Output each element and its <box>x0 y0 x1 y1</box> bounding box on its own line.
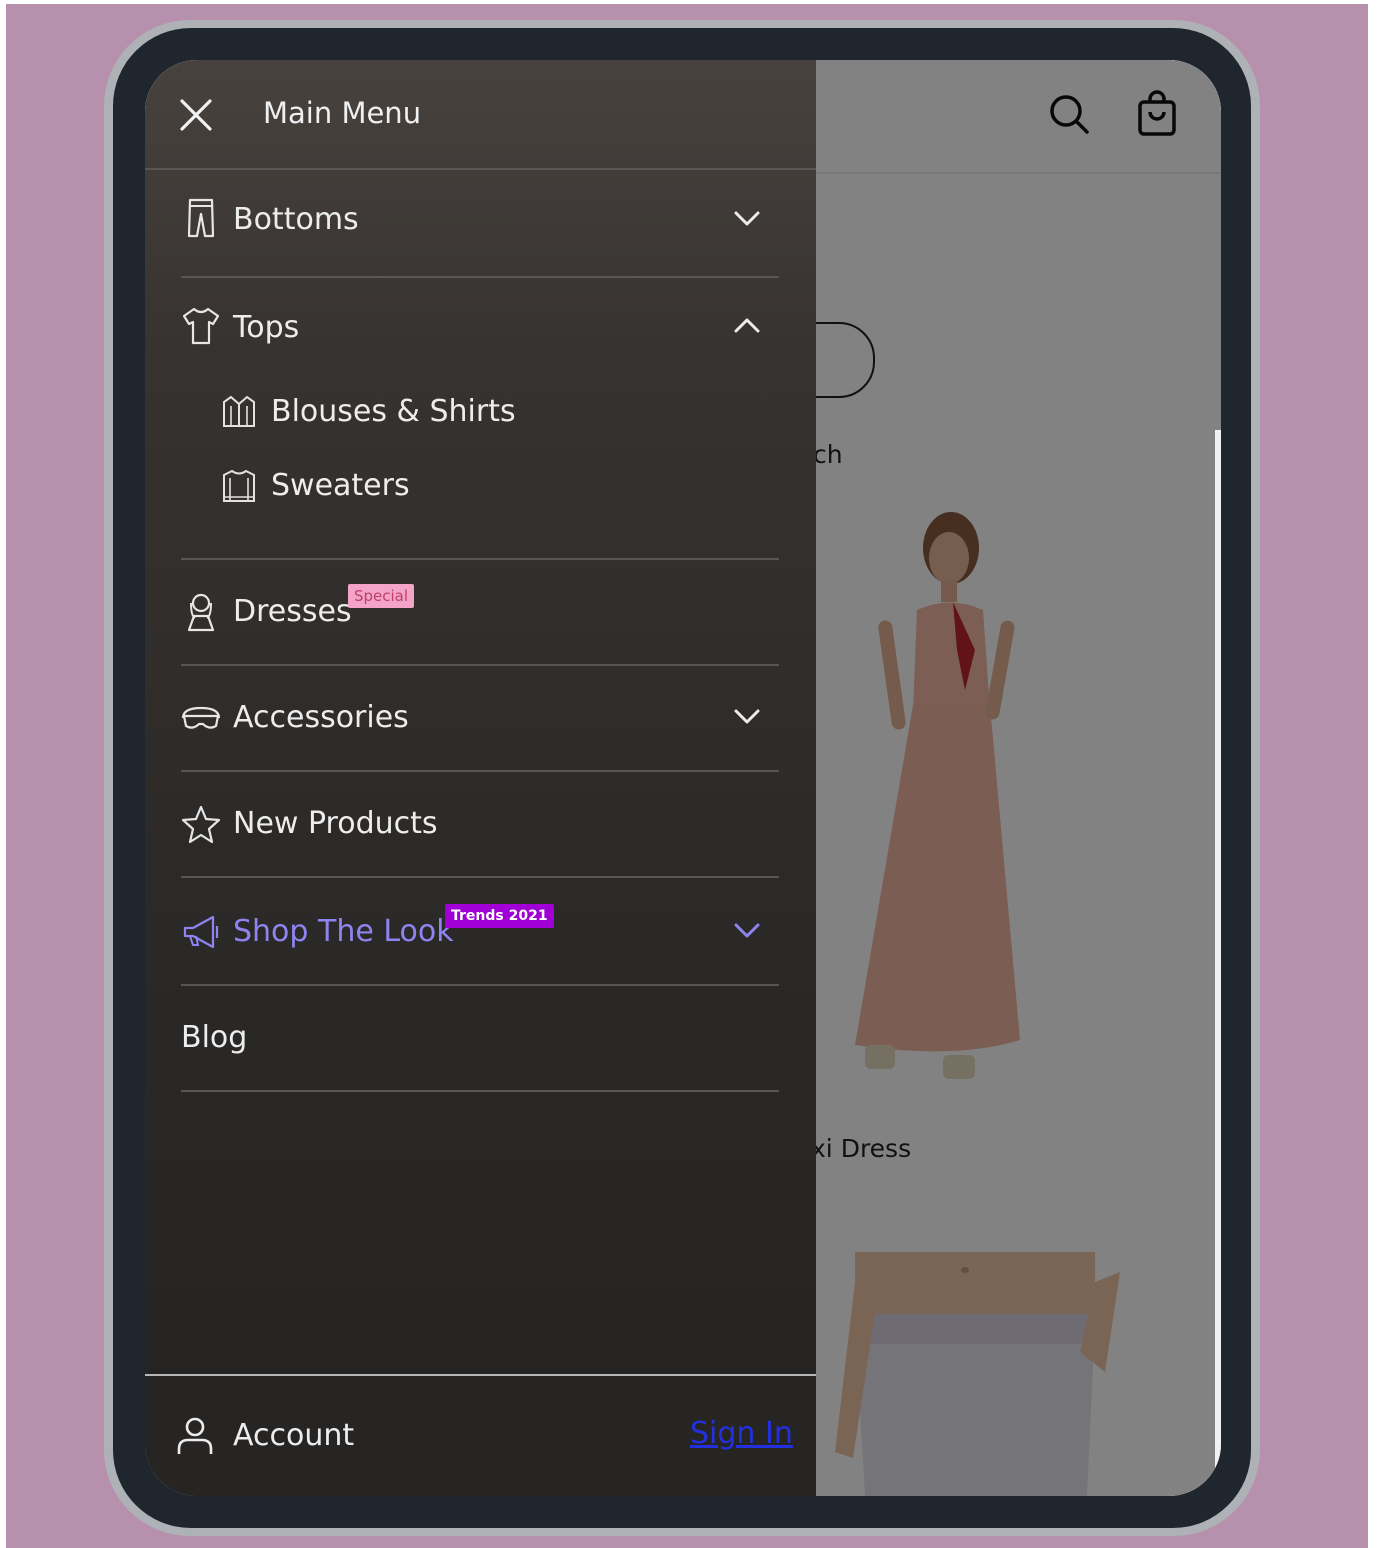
menu-item-new-products[interactable]: New Products <box>181 772 779 878</box>
menu-item-label: Accessories <box>233 700 409 735</box>
blouse-icon <box>221 394 257 430</box>
submenu-item-blouses[interactable]: Blouses & Shirts <box>221 386 621 446</box>
submenu-item-sweaters[interactable]: Sweaters <box>221 460 521 520</box>
menu-item-accessories[interactable]: Accessories <box>181 666 779 772</box>
menu-item-label: Blog <box>181 1020 248 1055</box>
screen: ch xi Dress Main Menu Bottoms Tops Blous… <box>145 60 1221 1496</box>
star-icon <box>181 804 221 844</box>
menu-item-label: Tops <box>233 310 300 345</box>
submenu-item-label: Sweaters <box>271 468 410 503</box>
sweater-icon <box>221 468 257 504</box>
close-icon[interactable] <box>179 98 213 132</box>
sunglasses-icon <box>181 698 221 738</box>
submenu-item-label: Blouses & Shirts <box>271 394 516 429</box>
menu-item-blog[interactable]: Blog <box>181 986 779 1092</box>
menu-item-label: Bottoms <box>233 202 359 237</box>
trends-badge: Trends 2021 <box>445 904 554 928</box>
tshirt-icon <box>181 306 221 346</box>
chevron-down-icon[interactable] <box>731 202 763 234</box>
drawer-header: Main Menu <box>145 60 816 170</box>
sign-in-link[interactable]: Sign In <box>690 1416 793 1451</box>
drawer-title: Main Menu <box>263 96 422 130</box>
scrollbar-track <box>1215 430 1221 1496</box>
pants-icon <box>181 198 221 238</box>
menu-item-shop-the-look[interactable]: Shop The Look Trends 2021 <box>181 878 779 986</box>
chevron-down-icon[interactable] <box>731 914 763 946</box>
dress-icon <box>181 592 221 632</box>
menu-item-label: Dresses <box>233 594 352 629</box>
main-menu-drawer: Main Menu Bottoms Tops Blouses & Shirts … <box>145 60 816 1496</box>
menu-item-label: Shop The Look <box>233 914 454 949</box>
user-icon <box>175 1416 215 1456</box>
menu-item-tops[interactable]: Tops Blouses & Shirts Sweaters <box>181 272 779 560</box>
special-badge: Special <box>348 584 415 608</box>
menu-item-label: New Products <box>233 806 438 841</box>
menu-item-dresses[interactable]: Dresses Special <box>181 560 779 666</box>
chevron-up-icon[interactable] <box>731 310 763 342</box>
account-label[interactable]: Account <box>233 1418 354 1453</box>
megaphone-icon <box>181 912 221 952</box>
drawer-footer: Account Sign In <box>145 1374 816 1496</box>
menu-item-bottoms[interactable]: Bottoms <box>181 170 779 278</box>
chevron-down-icon[interactable] <box>731 700 763 732</box>
